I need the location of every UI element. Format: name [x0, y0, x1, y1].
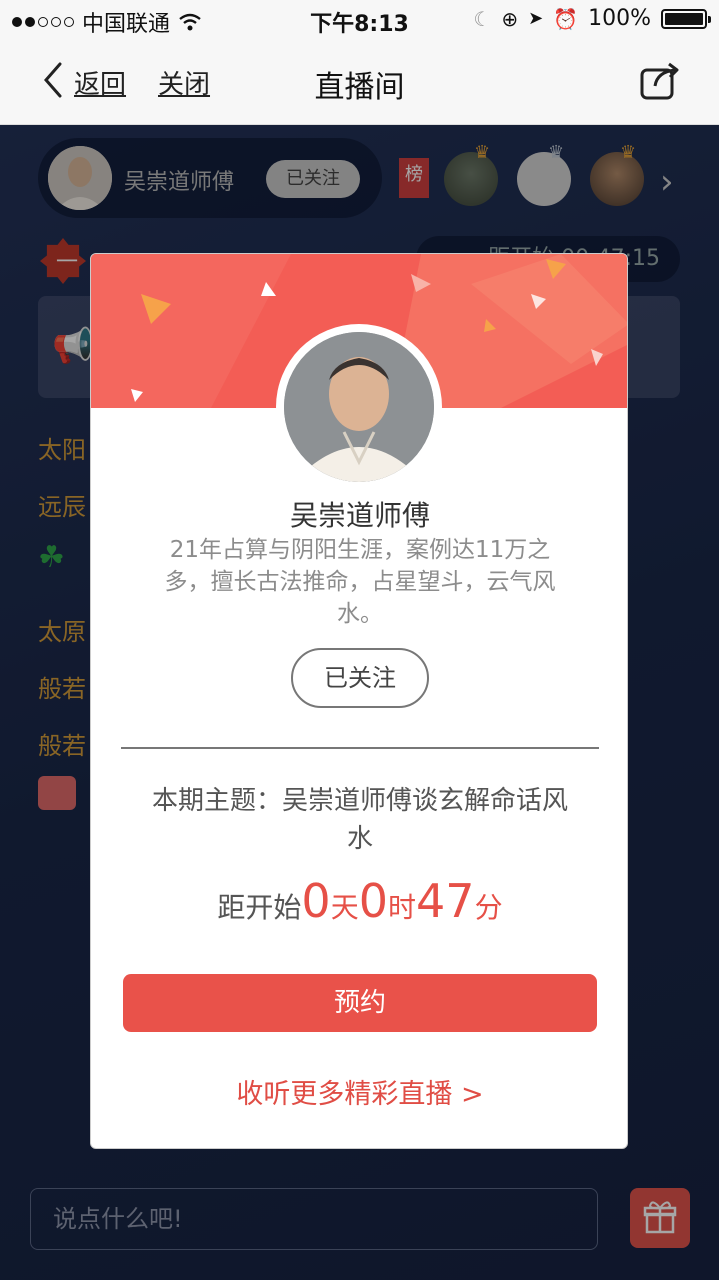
moon-icon: ☾	[473, 6, 492, 31]
status-bar: 中国联通 下午8:13 ☾ ⊕ ➤ ⏰ 100%	[0, 0, 719, 40]
location-icon: ➤	[528, 8, 544, 29]
reserve-button[interactable]: 预约	[123, 974, 597, 1032]
host-name: 吴崇道师傅	[289, 499, 430, 532]
battery-icon	[661, 8, 711, 29]
countdown-prefix: 距开始	[217, 891, 302, 924]
countdown: 距开始0天0时47分	[91, 874, 627, 928]
divider	[121, 747, 599, 749]
hours-unit: 时	[388, 891, 417, 924]
countdown-hours: 0	[358, 874, 388, 928]
countdown-days: 0	[301, 874, 331, 928]
share-icon[interactable]	[639, 60, 681, 102]
status-right: ☾ ⊕ ➤ ⏰ 100%	[473, 6, 711, 31]
battery-label: 100%	[588, 6, 651, 31]
nav-bar: 返回 关闭 直播间	[0, 40, 719, 125]
countdown-minutes: 47	[416, 874, 475, 928]
alarm-icon: ⏰	[553, 6, 579, 31]
page-title: 直播间	[314, 70, 405, 105]
days-unit: 天	[330, 891, 359, 924]
topic-text: 本期主题：吴崇道师傅谈玄解命话风水	[151, 786, 568, 854]
host-profile-modal: 吴崇道师傅 21年占算与阴阳生涯，案例达11万之多，擅长古法推命，占星望斗，云气…	[90, 253, 628, 1149]
host-description: 21年占算与阴阳生涯，案例达11万之多，擅长古法推命，占星望斗，云气风水。	[164, 537, 556, 627]
follow-button[interactable]: 已关注	[291, 648, 429, 708]
host-avatar-large[interactable]	[284, 332, 434, 482]
rotation-lock-icon: ⊕	[501, 6, 519, 31]
more-broadcasts-link[interactable]: 收听更多精彩直播 >	[91, 1072, 627, 1111]
minutes-unit: 分	[474, 891, 503, 924]
